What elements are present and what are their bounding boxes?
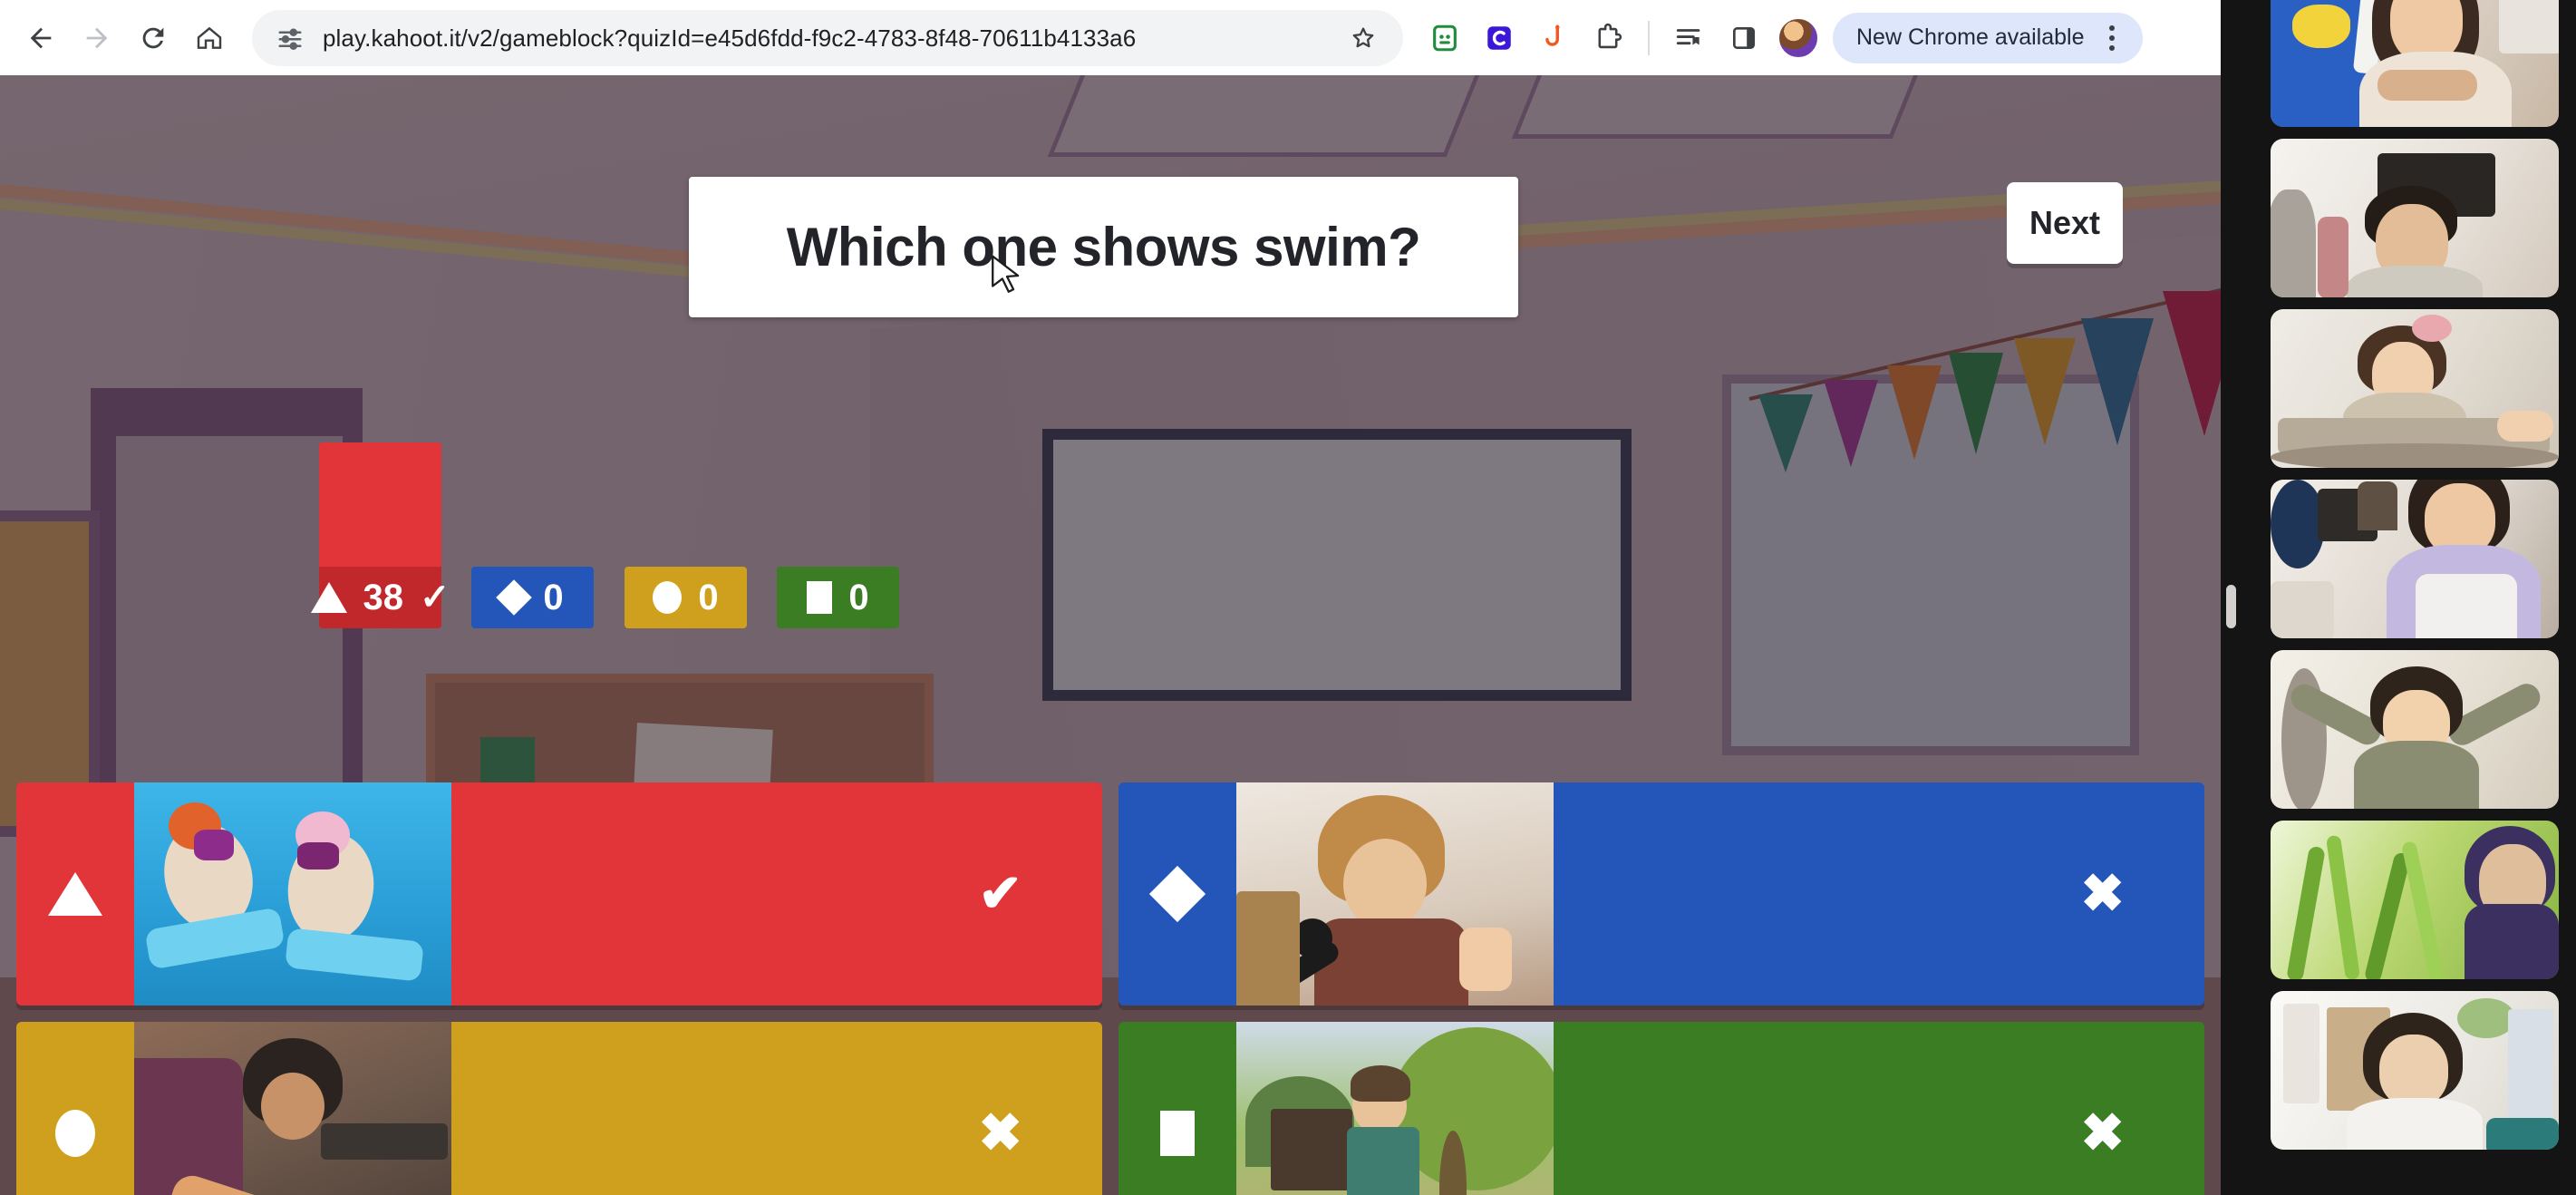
browser-toolbar: play.kahoot.it/v2/gameblock?quizId=e45d6… bbox=[0, 0, 2221, 75]
side-panel-icon[interactable] bbox=[1719, 13, 1769, 63]
result-bar-diamond: 0 bbox=[471, 567, 594, 628]
tune-icon[interactable] bbox=[272, 20, 308, 56]
video-tile-list bbox=[2271, 0, 2559, 1150]
answer-image-running bbox=[1236, 1022, 1554, 1195]
answer-image-singing bbox=[1236, 782, 1554, 1006]
chrome-update-button[interactable]: New Chrome available bbox=[1833, 12, 2143, 63]
answer-shape-blue bbox=[1119, 865, 1236, 923]
answer-distribution-chart: 38 ✓ 0 0 0 bbox=[0, 384, 2221, 628]
video-tile-4[interactable] bbox=[2271, 480, 2559, 638]
reading-list-icon[interactable] bbox=[1664, 13, 1715, 63]
square-icon bbox=[1160, 1111, 1195, 1156]
diamond-icon bbox=[1148, 865, 1206, 923]
answer-option-red[interactable]: ✔ bbox=[16, 782, 1102, 1006]
check-icon: ✔ bbox=[978, 864, 1022, 923]
cross-icon: ✖ bbox=[978, 1103, 1022, 1162]
circle-icon bbox=[55, 1110, 95, 1157]
toolbar-divider bbox=[1648, 20, 1650, 55]
question-card: Which one shows swim? bbox=[689, 177, 1518, 317]
answer-option-green[interactable]: ✖ bbox=[1119, 1022, 2204, 1195]
answer-shape-yellow bbox=[16, 1110, 134, 1157]
result-count-diamond: 0 bbox=[543, 577, 564, 617]
video-tile-6[interactable] bbox=[2271, 821, 2559, 979]
cross-icon: ✖ bbox=[2080, 864, 2125, 923]
three-dot-menu-icon[interactable] bbox=[2092, 18, 2132, 58]
video-tile-7[interactable] bbox=[2271, 991, 2559, 1150]
address-bar[interactable]: play.kahoot.it/v2/gameblock?quizId=e45d6… bbox=[252, 9, 1403, 66]
scrollbar-thumb[interactable] bbox=[2226, 585, 2236, 628]
profile-avatar-icon[interactable] bbox=[1773, 13, 1824, 63]
video-tile-3[interactable] bbox=[2271, 309, 2559, 468]
cross-icon: ✖ bbox=[2080, 1103, 2125, 1162]
extensions-row bbox=[1419, 13, 1824, 63]
answer-option-blue[interactable]: ✖ bbox=[1119, 782, 2204, 1006]
extension-purple-c-icon[interactable] bbox=[1474, 13, 1525, 63]
address-bar-url[interactable]: play.kahoot.it/v2/gameblock?quizId=e45d6… bbox=[308, 10, 1340, 66]
next-button[interactable]: Next bbox=[2007, 182, 2123, 264]
answer-options-grid: ✔ ✖ ✖ ✖ bbox=[0, 782, 2221, 1195]
answer-shape-green bbox=[1119, 1111, 1236, 1156]
next-button-label: Next bbox=[2029, 204, 2101, 241]
reload-icon[interactable] bbox=[125, 10, 181, 66]
result-bar-triangle: 38 ✓ bbox=[310, 442, 450, 628]
result-count-triangle: 38 bbox=[363, 577, 404, 617]
forward-arrow-icon[interactable] bbox=[69, 10, 125, 66]
back-arrow-icon[interactable] bbox=[13, 10, 69, 66]
extension-orange-hook-icon[interactable] bbox=[1528, 13, 1579, 63]
answer-image-swimming bbox=[134, 782, 451, 1006]
screen: play.kahoot.it/v2/gameblock?quizId=e45d6… bbox=[0, 0, 2576, 1195]
video-tile-5[interactable] bbox=[2271, 650, 2559, 809]
check-icon: ✓ bbox=[420, 578, 450, 617]
mouse-pointer-icon bbox=[991, 255, 1022, 301]
question-text: Which one shows swim? bbox=[786, 217, 1421, 277]
diamond-icon bbox=[496, 579, 533, 616]
square-icon bbox=[807, 581, 833, 614]
triangle-icon bbox=[48, 872, 102, 916]
result-bar-circle: 0 bbox=[625, 567, 747, 628]
result-count-circle: 0 bbox=[698, 577, 719, 617]
home-icon[interactable] bbox=[181, 10, 237, 66]
answer-shape-red bbox=[16, 872, 134, 916]
star-icon[interactable] bbox=[1340, 15, 1387, 62]
triangle-icon bbox=[310, 582, 347, 613]
result-count-square: 0 bbox=[848, 577, 869, 617]
extensions-puzzle-icon[interactable] bbox=[1583, 13, 1633, 63]
chrome-update-label: New Chrome available bbox=[1856, 24, 2085, 50]
circle-icon bbox=[653, 581, 683, 614]
video-tile-1[interactable] bbox=[2271, 0, 2559, 127]
video-tile-2[interactable] bbox=[2271, 139, 2559, 297]
extension-green-icon[interactable] bbox=[1419, 13, 1470, 63]
video-conference-panel bbox=[2221, 0, 2576, 1195]
answer-option-yellow[interactable]: ✖ bbox=[16, 1022, 1102, 1195]
answer-image-cooking bbox=[134, 1022, 451, 1195]
result-bar-square: 0 bbox=[777, 567, 899, 628]
browser-window: play.kahoot.it/v2/gameblock?quizId=e45d6… bbox=[0, 0, 2221, 1195]
kahoot-gameblock-page: Which one shows swim? Next 38 ✓ 0 0 0 ✔ … bbox=[0, 75, 2221, 1195]
